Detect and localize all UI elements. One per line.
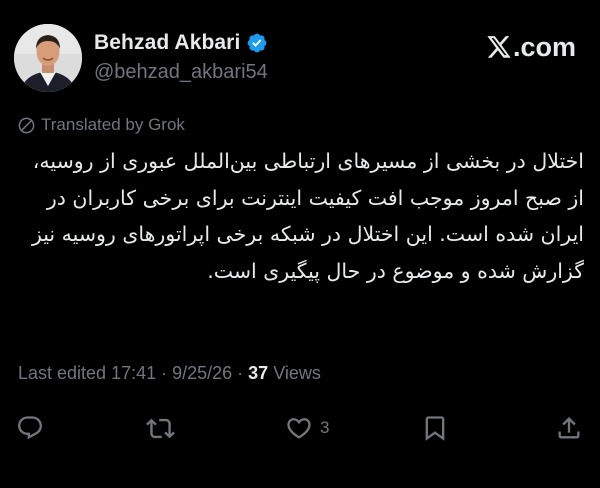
like-count: 3 [320,418,330,437]
translation-note: Translated by Grok [17,115,185,135]
repost-icon [146,414,175,443]
brand-label: .com [512,32,576,62]
action-bar: 3 [0,410,600,446]
translation-label[interactable]: Translated by Grok [41,115,185,135]
brand-mark: .com [486,32,576,63]
bookmark-icon [421,414,449,442]
grok-icon [17,116,36,135]
meta-separator: · [237,363,244,383]
heart-icon [285,414,313,442]
handle[interactable]: @behzad_akbari54 [94,61,268,84]
avatar[interactable] [14,24,82,92]
display-name-row: Behzad Akbari [94,31,268,55]
author-block: Behzad Akbari @behzad_akbari54 [94,31,268,84]
share-button[interactable] [555,410,590,446]
tweet-header: Behzad Akbari @behzad_akbari54 .com [14,22,586,94]
edited-timestamp[interactable]: Last edited 17:41 · 9/25/26 [18,363,232,384]
share-icon [555,414,583,442]
profile-photo [14,24,82,92]
tweet-meta: Last edited 17:41 · 9/25/26 · 37 Views [18,363,321,384]
views-count: 37 [248,363,269,383]
reply-icon [16,414,44,442]
verified-badge-icon [246,32,268,54]
reply-button[interactable] [16,410,51,446]
like-button[interactable]: 3 [285,410,329,446]
repost-button[interactable] [146,410,182,446]
views-label: Views [273,363,321,383]
x-logo-icon [486,35,512,60]
bookmark-button[interactable] [421,410,456,446]
tweet-text: اختلال در بخشی از مسیرهای ارتباطی بین‌ال… [25,149,584,283]
display-name[interactable]: Behzad Akbari [94,31,240,55]
